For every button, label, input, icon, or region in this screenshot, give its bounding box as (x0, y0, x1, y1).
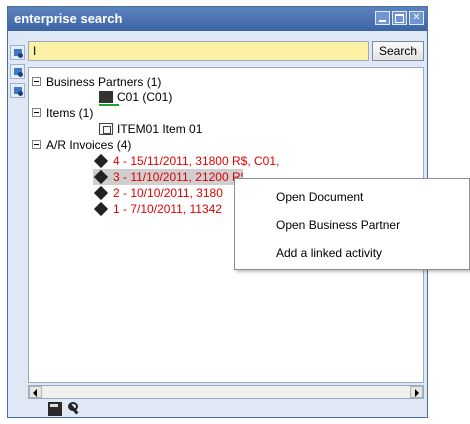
close-button[interactable]: ✕ (409, 11, 424, 25)
group-label: Items (1) (46, 106, 94, 120)
invoice-icon (95, 187, 109, 199)
window-title: enterprise search (14, 11, 123, 26)
tree-item-label: 2 - 10/10/2011, 3180 (113, 186, 223, 200)
menu-item-open-document[interactable]: Open Document (276, 187, 363, 207)
collapse-toggle[interactable] (32, 77, 41, 86)
minimize-button[interactable] (375, 11, 390, 25)
collapse-toggle[interactable] (32, 108, 41, 117)
tree-item-label: ITEM01 Item 01 (117, 122, 203, 136)
menu-item-add-linked-activity[interactable]: Add a linked activity (276, 243, 382, 263)
business-partner-icon (99, 91, 119, 106)
title-bar[interactable]: enterprise search ✕ (8, 7, 427, 31)
general-settings-icon[interactable] (48, 402, 62, 416)
maximize-button[interactable] (392, 11, 407, 25)
invoice-icon (95, 171, 109, 183)
wrench-icon[interactable] (66, 402, 80, 416)
sidebar (10, 45, 27, 102)
collapse-toggle[interactable] (32, 140, 41, 149)
menu-item-open-business-partner[interactable]: Open Business Partner (276, 215, 400, 235)
tree-item-label: 1 - 7/10/2011, 11342 (113, 202, 222, 216)
search-documents-icon[interactable] (10, 45, 25, 60)
tree-item-label: 4 - 15/11/2011, 31800 R$, C01, (113, 154, 280, 168)
search-contacts-icon[interactable] (10, 64, 25, 79)
context-menu: Open Document Open Business Partner Add … (234, 178, 470, 270)
tree-item-label: 3 - 11/10/2011, 21200 R$, C01, (113, 170, 243, 184)
search-button[interactable]: Search (372, 41, 424, 61)
invoice-icon (95, 155, 109, 167)
horizontal-scrollbar[interactable] (28, 385, 424, 399)
scroll-left-button[interactable] (29, 386, 42, 398)
item-icon (99, 123, 113, 135)
group-label: A/R Invoices (4) (46, 138, 132, 152)
invoice-icon (95, 203, 109, 215)
scroll-right-button[interactable] (410, 386, 423, 398)
search-history-icon[interactable] (10, 83, 25, 98)
group-label: Business Partners (1) (46, 75, 162, 89)
search-input[interactable] (28, 41, 369, 61)
tree-item-selected[interactable]: 3 - 11/10/2011, 21200 R$, C01, (93, 169, 243, 185)
tree-item-label: C01 (C01) (117, 90, 173, 104)
